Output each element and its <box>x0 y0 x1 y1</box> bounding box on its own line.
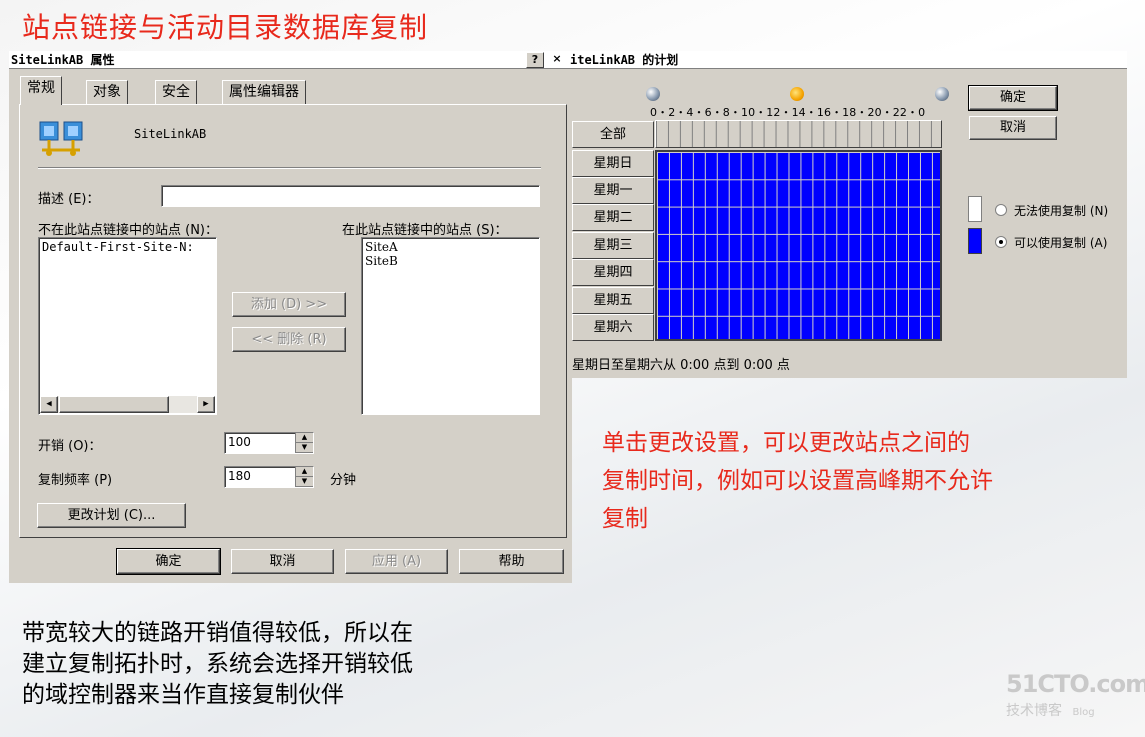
frequency-spinner[interactable]: ▲ ▼ <box>295 467 313 487</box>
tab-object[interactable]: 对象 <box>86 80 128 104</box>
horizontal-scrollbar[interactable]: ◀ ▶ <box>40 396 215 413</box>
cost-label: 开销 (O)： <box>38 439 102 454</box>
schedule-titlebar: iteLinkAB 的计划 <box>568 51 1127 69</box>
day-thursday[interactable]: 星期四 <box>572 259 654 286</box>
frequency-unit: 分钟 <box>330 473 357 488</box>
legend-unavailable-swatch <box>968 196 982 222</box>
watermark: 51CTO.com 技术博客 Blog <box>1006 670 1145 720</box>
in-sites-list[interactable]: SiteA SiteB <box>361 237 540 415</box>
site-link-icon <box>38 120 84 158</box>
red-annotation: 单击更改设置，可以更改站点之间的 复制时间，例如可以设置高峰期不允许 复制 <box>602 424 993 538</box>
frequency-label: 复制频率 (P) <box>38 473 113 488</box>
radio-dot <box>999 240 1003 244</box>
watermark-sub: 技术博客 <box>1006 703 1062 719</box>
legend-unavailable-label: 无法使用复制 (N) <box>1014 204 1109 218</box>
schedule-status: 星期日至星期六从 0:00 点到 0:00 点 <box>572 358 790 373</box>
tab-general[interactable]: 常规 <box>20 76 62 105</box>
schedule-ok-button[interactable]: 确定 <box>968 85 1058 111</box>
moon-icon <box>935 87 949 101</box>
cost-input[interactable]: 100 ▲ ▼ <box>224 432 314 454</box>
schedule-title: iteLinkAB 的计划 <box>570 53 679 67</box>
scroll-right-icon[interactable]: ▶ <box>197 396 215 413</box>
watermark-blog: Blog <box>1072 707 1095 718</box>
in-sites-label: 在此站点链接中的站点 (S)： <box>342 223 508 238</box>
day-saturday[interactable]: 星期六 <box>572 314 654 341</box>
day-sunday[interactable]: 星期日 <box>572 150 654 177</box>
frequency-value: 180 <box>228 469 251 483</box>
properties-titlebar: SiteLinkAB 属性 <box>9 51 572 69</box>
note-line: 复制时间，例如可以设置高峰期不允许 <box>602 468 993 494</box>
slide-title: 站点链接与活动目录数据库复制 <box>22 11 429 44</box>
list-item[interactable]: SiteB <box>365 254 536 268</box>
black-annotation: 带宽较大的链路开销值得较低，所以在 建立复制拓扑时，系统会选择开销较低 的域控制… <box>22 618 413 711</box>
radio-available[interactable] <box>995 236 1007 248</box>
not-in-sites-label: 不在此站点链接中的站点 (N)： <box>38 223 219 238</box>
schedule-grid[interactable] <box>655 150 942 341</box>
cancel-button[interactable]: 取消 <box>231 549 334 574</box>
object-name: SiteLinkAB <box>134 127 207 141</box>
watermark-brand: 51CTO.com <box>1006 670 1145 698</box>
day-tuesday[interactable]: 星期二 <box>572 204 654 231</box>
scroll-thumb[interactable] <box>59 396 169 413</box>
ok-button[interactable]: 确定 <box>116 548 221 575</box>
close-icon[interactable]: × <box>548 52 566 68</box>
legend-available-swatch <box>968 228 982 254</box>
list-item[interactable]: SiteA <box>365 240 536 254</box>
moon-icon <box>646 87 660 101</box>
legend-available-label: 可以使用复制 (A) <box>1014 236 1108 250</box>
all-button[interactable]: 全部 <box>572 121 654 148</box>
sun-icon <box>790 87 804 101</box>
hour-ticks: 0・2・4・6・8・10・12・14・16・18・20・22・0 <box>650 106 926 119</box>
note-line: 带宽较大的链路开销值得较低，所以在 <box>22 620 413 646</box>
day-monday[interactable]: 星期一 <box>572 177 654 204</box>
scroll-left-icon[interactable]: ◀ <box>40 396 58 413</box>
note-line: 复制 <box>602 506 648 532</box>
note-line: 的域控制器来当作直接复制伙伴 <box>22 682 344 708</box>
note-line: 建立复制拓扑时，系统会选择开销较低 <box>22 651 413 677</box>
not-in-sites-list[interactable]: Default-First-Site-N: ◀ ▶ <box>38 237 217 415</box>
schedule-cancel-button[interactable]: 取消 <box>969 116 1057 140</box>
hour-column-headers[interactable] <box>655 120 942 148</box>
list-item[interactable]: Default-First-Site-N: <box>42 240 213 254</box>
remove-site-button[interactable]: << 删除 (R) <box>232 327 346 352</box>
add-site-button[interactable]: 添加 (D) >> <box>232 292 346 317</box>
cost-value: 100 <box>228 435 251 449</box>
frequency-input[interactable]: 180 ▲ ▼ <box>224 466 314 488</box>
day-friday[interactable]: 星期五 <box>572 287 654 314</box>
description-label: 描述 (E)： <box>38 192 100 207</box>
note-line: 单击更改设置，可以更改站点之间的 <box>602 430 970 456</box>
help-title-button[interactable]: ? <box>526 52 544 68</box>
tab-attribute-editor[interactable]: 属性编辑器 <box>222 80 306 104</box>
properties-title: SiteLinkAB 属性 <box>11 53 115 67</box>
change-schedule-button[interactable]: 更改计划 (C)... <box>37 503 186 528</box>
radio-unavailable[interactable] <box>995 204 1007 216</box>
help-button[interactable]: 帮助 <box>459 549 564 574</box>
separator <box>38 167 541 169</box>
description-input[interactable] <box>161 185 540 207</box>
cost-spinner[interactable]: ▲ ▼ <box>295 433 313 453</box>
tab-security[interactable]: 安全 <box>155 80 197 104</box>
day-wednesday[interactable]: 星期三 <box>572 232 654 259</box>
apply-button[interactable]: 应用 (A) <box>345 549 448 574</box>
